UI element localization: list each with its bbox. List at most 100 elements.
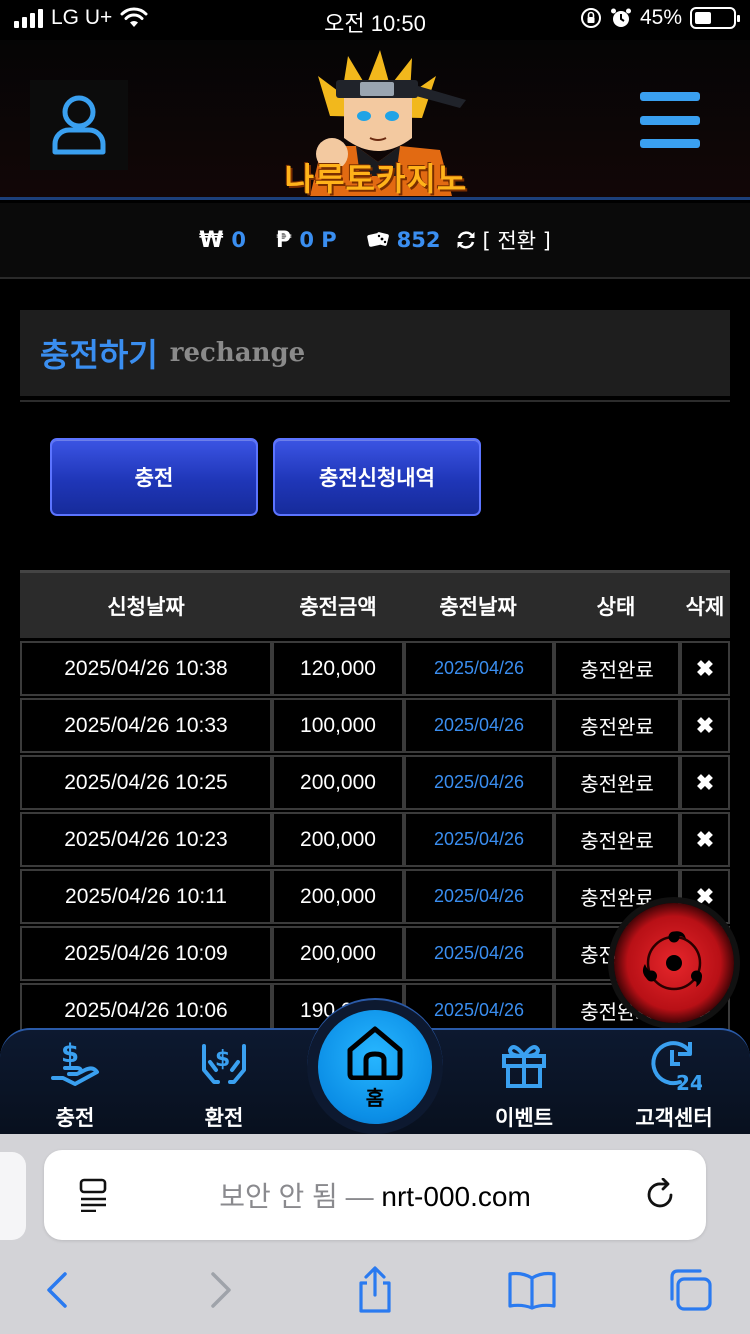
user-button[interactable] bbox=[30, 80, 128, 170]
hamburger-menu-button[interactable] bbox=[640, 92, 700, 148]
point-value: 0 P bbox=[299, 228, 337, 252]
tabs-icon bbox=[670, 1269, 712, 1311]
won-icon: ₩ bbox=[199, 227, 224, 253]
svg-text:$: $ bbox=[61, 1039, 79, 1069]
previous-tab-peek[interactable] bbox=[0, 1152, 26, 1240]
bookmarks-button[interactable] bbox=[502, 1260, 562, 1320]
forward-button[interactable] bbox=[190, 1260, 250, 1320]
home-icon bbox=[347, 1026, 403, 1080]
col-request-date: 신청날짜 bbox=[107, 594, 185, 619]
col-amount: 충전금액 bbox=[299, 594, 377, 619]
page-title-panel: 충전하기 rechange bbox=[20, 310, 730, 396]
svg-text:$: $ bbox=[215, 1047, 230, 1072]
user-icon bbox=[52, 95, 106, 155]
nav-charge[interactable]: $ 충전 bbox=[15, 1036, 135, 1136]
col-charge-date: 충전날짜 bbox=[439, 594, 517, 619]
alarm-icon bbox=[610, 8, 631, 27]
cell-request-date: 2025/04/26 10:11 bbox=[20, 869, 272, 924]
cell-amount: 200,000 bbox=[272, 755, 404, 810]
cell-charge-date: 2025/04/26 bbox=[404, 869, 554, 924]
nav-exchange-label: 환전 bbox=[204, 1106, 244, 1130]
cell-amount: 200,000 bbox=[272, 869, 404, 924]
table-row: 2025/04/26 10:25 200,000 2025/04/26 충전완료 ✖ bbox=[20, 755, 750, 812]
divider bbox=[20, 400, 730, 402]
page-title: 충전하기 bbox=[40, 336, 158, 374]
chevron-left-icon bbox=[47, 1272, 67, 1308]
page-subtitle: rechange bbox=[169, 338, 306, 368]
nav-event-label: 이벤트 bbox=[495, 1106, 553, 1130]
sharingan-icon bbox=[642, 931, 702, 991]
cell-amount: 200,000 bbox=[272, 812, 404, 867]
delete-button[interactable]: ✖ bbox=[680, 641, 730, 696]
switch-label: [ 전환 ] bbox=[482, 229, 551, 253]
won-balance: ₩ 0 bbox=[199, 228, 246, 253]
reload-icon[interactable] bbox=[644, 1178, 678, 1212]
charge-history-button[interactable]: 충전신청내역 bbox=[273, 438, 481, 516]
exchange-hands-icon: $ bbox=[202, 1044, 246, 1084]
browser-chrome: 보안 안 됨 — nrt-000.com bbox=[0, 1134, 750, 1334]
cell-amount: 200,000 bbox=[272, 926, 404, 981]
back-button[interactable] bbox=[28, 1260, 88, 1320]
gift-icon bbox=[502, 1045, 546, 1088]
address-bar[interactable]: 보안 안 됨 — nrt-000.com bbox=[44, 1150, 706, 1240]
delete-button[interactable]: ✖ bbox=[680, 812, 730, 867]
nav-home-label: 홈 bbox=[365, 1085, 385, 1110]
table-row: 2025/04/26 10:38 120,000 2025/04/26 충전완료 ✖ bbox=[20, 641, 750, 698]
cell-status: 충전완료 bbox=[554, 641, 680, 696]
cell-request-date: 2025/04/26 10:33 bbox=[20, 698, 272, 753]
table-header: 신청날짜 충전금액 충전날짜 상태 삭제 bbox=[20, 570, 730, 638]
battery-percent: 45% bbox=[639, 6, 682, 29]
charge-hand-coin-icon: $ bbox=[51, 1039, 99, 1086]
col-status: 상태 bbox=[596, 594, 636, 619]
battery-icon bbox=[690, 7, 740, 29]
balance-bar: ₩ 0 ₱ 0 P 852 [ 전환 ] bbox=[0, 203, 750, 279]
nav-event[interactable]: 이벤트 bbox=[464, 1036, 584, 1136]
status-bar: LG U+ 오전 10:50 45% bbox=[0, 0, 750, 40]
col-delete: 삭제 bbox=[685, 594, 725, 619]
cell-charge-date: 2025/04/26 bbox=[404, 755, 554, 810]
charge-button[interactable]: 충전 bbox=[50, 438, 258, 516]
cell-request-date: 2025/04/26 10:38 bbox=[20, 641, 272, 696]
point-icon: ₱ bbox=[276, 227, 292, 253]
cell-charge-date: 2025/04/26 bbox=[404, 698, 554, 753]
cell-status: 충전완료 bbox=[554, 755, 680, 810]
support-24-icon: 24 bbox=[651, 1041, 702, 1092]
site-header: 나루토카지노 bbox=[0, 40, 750, 200]
floating-sharingan-button[interactable] bbox=[614, 903, 734, 1023]
book-icon bbox=[508, 1271, 556, 1310]
nav-support-label: 고객센터 bbox=[635, 1106, 713, 1130]
table-row: 2025/04/26 10:33 100,000 2025/04/26 충전완료 ✖ bbox=[20, 698, 750, 755]
url-host: nrt-000.com bbox=[381, 1181, 531, 1212]
point-balance: ₱ 0 P bbox=[276, 228, 337, 253]
chip-balance: 852 bbox=[366, 228, 441, 252]
logo-text: 나루토카지노 bbox=[284, 160, 468, 198]
nav-charge-label: 충전 bbox=[55, 1106, 95, 1130]
table-row: 2025/04/26 10:23 200,000 2025/04/26 충전완료 ✖ bbox=[20, 812, 750, 869]
svg-text:24: 24 bbox=[676, 1071, 702, 1092]
nav-support[interactable]: 24 고객센터 bbox=[614, 1036, 734, 1136]
browser-toolbar bbox=[0, 1260, 750, 1320]
delete-button[interactable]: ✖ bbox=[680, 698, 730, 753]
orientation-lock-icon bbox=[580, 8, 601, 28]
nav-exchange[interactable]: $ 환전 bbox=[164, 1036, 284, 1136]
switch-button[interactable]: [ 전환 ] bbox=[455, 225, 551, 255]
cell-request-date: 2025/04/26 10:09 bbox=[20, 926, 272, 981]
url-display: 보안 안 됨 — nrt-000.com bbox=[44, 1175, 706, 1215]
cell-charge-date: 2025/04/26 bbox=[404, 812, 554, 867]
dice-icon bbox=[366, 232, 389, 247]
nav-home[interactable]: 홈 bbox=[318, 1010, 432, 1124]
share-button[interactable] bbox=[345, 1260, 405, 1320]
cell-charge-date: 2025/04/26 bbox=[404, 641, 554, 696]
chip-value: 852 bbox=[396, 228, 441, 252]
cell-status: 충전완료 bbox=[554, 812, 680, 867]
cell-charge-date: 2025/04/26 bbox=[404, 926, 554, 981]
tabs-button[interactable] bbox=[660, 1260, 720, 1320]
chevron-right-icon bbox=[211, 1272, 231, 1308]
delete-button[interactable]: ✖ bbox=[680, 755, 730, 810]
refresh-icon bbox=[457, 231, 474, 249]
cell-request-date: 2025/04/26 10:23 bbox=[20, 812, 272, 867]
won-value: 0 bbox=[231, 228, 247, 252]
cell-status: 충전완료 bbox=[554, 698, 680, 753]
share-icon bbox=[359, 1266, 391, 1313]
cell-request-date: 2025/04/26 10:25 bbox=[20, 755, 272, 810]
